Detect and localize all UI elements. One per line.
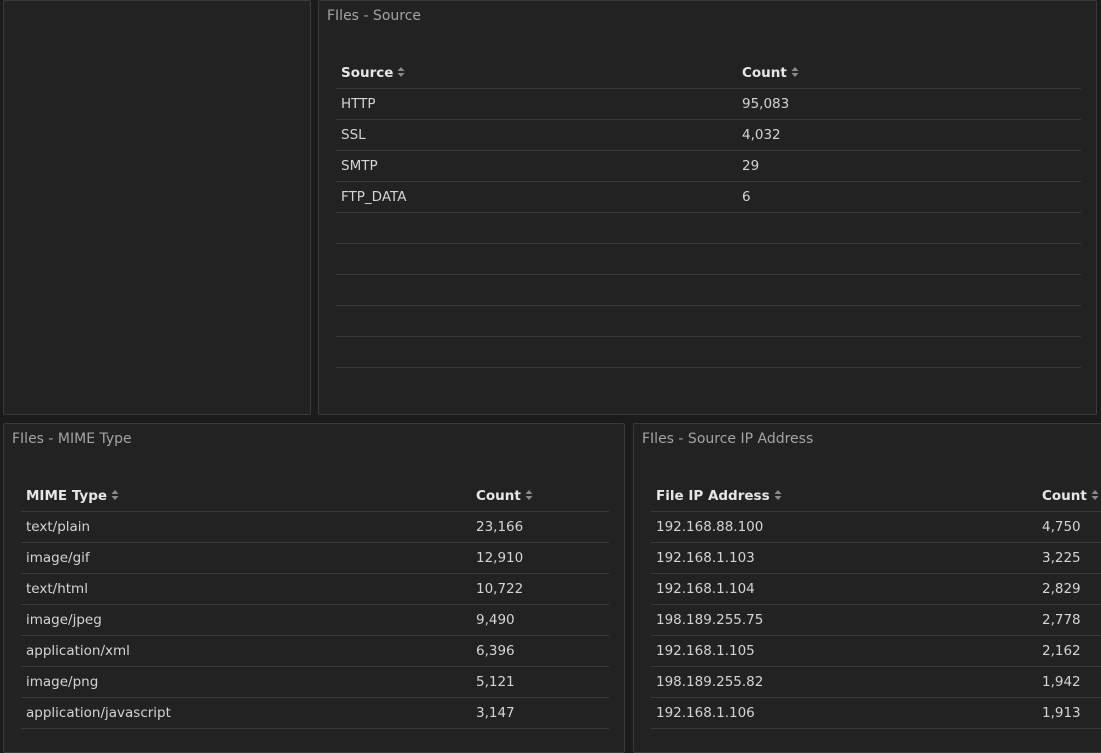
cell-label: HTTP [341,96,376,112]
cell-count: 23,166 [476,519,524,535]
table-row: image/jpeg 9,490 [21,605,609,636]
cell-label: SSL [341,127,366,143]
cell-count: 2,778 [1042,612,1081,628]
table-row: FTP_DATA 6 [336,182,1081,213]
cell-count: 6,396 [476,643,515,659]
column-header-label[interactable]: File IP Address [656,481,782,512]
column-header-label: Source [341,65,394,81]
empty-panel [3,0,311,415]
ip-table: File IP Address Count 192.168.88.100 4,750 1… [651,481,1101,729]
column-header-count[interactable]: Count [1042,481,1099,512]
column-header-label[interactable]: Source [341,58,405,89]
table-row: text/plain 23,166 [21,512,609,543]
cell-label: image/jpeg [26,612,102,628]
sort-icon[interactable] [525,482,533,500]
table-row: 198.189.255.82 1,942 [651,667,1101,698]
cell-label: 192.168.1.103 [656,550,755,566]
table-row: 192.168.88.100 4,750 [651,512,1101,543]
cell-label: text/html [26,581,88,597]
table-row: SSL 4,032 [336,120,1081,151]
table-row: 198.189.255.75 2,778 [651,605,1101,636]
table-row: HTTP 95,083 [336,89,1081,120]
cell-label: 192.168.88.100 [656,519,764,535]
table-row: application/xml 6,396 [21,636,609,667]
column-header-count[interactable]: Count [742,58,799,89]
empty-table-row [336,275,1081,306]
cell-count: 3,225 [1042,550,1081,566]
empty-table-row [336,306,1081,337]
sort-icon[interactable] [774,482,782,500]
cell-label: image/png [26,674,99,690]
column-header-label: File IP Address [656,488,770,504]
cell-count: 5,121 [476,674,515,690]
files-source-panel: FIles - Source Source Count HTTP 95,083 SSL 4… [318,0,1097,415]
column-header-label: Count [742,65,787,81]
panel-title: FIles - Source IP Address [642,431,814,447]
table-header-row: MIME Type Count [21,481,609,512]
cell-count: 29 [742,158,760,174]
sort-icon[interactable] [1091,482,1099,500]
cell-count: 95,083 [742,96,790,112]
table-row: application/javascript 3,147 [21,698,609,729]
table-row: 192.168.1.103 3,225 [651,543,1101,574]
column-header-label: MIME Type [26,488,108,504]
cell-count: 2,829 [1042,581,1081,597]
cell-count: 4,032 [742,127,781,143]
sort-icon[interactable] [791,59,799,77]
cell-label: 192.168.1.105 [656,643,755,659]
table-header-row: Source Count [336,58,1081,89]
cell-label: 192.168.1.106 [656,705,755,721]
cell-label: image/gif [26,550,90,566]
table-row: image/gif 12,910 [21,543,609,574]
empty-table-row [336,337,1081,368]
column-header-label: Count [1042,488,1087,504]
cell-count: 2,162 [1042,643,1081,659]
cell-count: 12,910 [476,550,524,566]
cell-count: 1,913 [1042,705,1081,721]
panel-title: FIles - Source [327,8,422,24]
table-header-row: File IP Address Count [651,481,1101,512]
empty-table-row [336,244,1081,275]
column-header-label: Count [476,488,521,504]
table-row: image/png 5,121 [21,667,609,698]
cell-label: text/plain [26,519,91,535]
cell-count: 10,722 [476,581,524,597]
sort-icon[interactable] [397,59,405,77]
table-row: text/html 10,722 [21,574,609,605]
source-table: Source Count HTTP 95,083 SSL 4,032 SMTP 29 FTP_D… [336,58,1081,368]
column-header-count[interactable]: Count [476,481,533,512]
panel-title: FIles - MIME Type [12,431,132,447]
table-row: SMTP 29 [336,151,1081,182]
cell-count: 6 [742,189,751,205]
cell-label: application/xml [26,643,130,659]
cell-count: 3,147 [476,705,515,721]
files-mime-panel: FIles - MIME Type MIME Type Count text/pla… [3,423,625,753]
table-row: 192.168.1.104 2,829 [651,574,1101,605]
cell-label: FTP_DATA [341,189,407,205]
cell-label: 192.168.1.104 [656,581,755,597]
cell-count: 1,942 [1042,674,1081,690]
table-row: 192.168.1.105 2,162 [651,636,1101,667]
mime-table: MIME Type Count text/plain 23,166 image/gif 1… [21,481,609,729]
cell-label: 198.189.255.82 [656,674,764,690]
cell-count: 9,490 [476,612,515,628]
cell-label: 198.189.255.75 [656,612,764,628]
sort-icon[interactable] [111,482,119,500]
empty-table-row [336,213,1081,244]
cell-label: application/javascript [26,705,171,721]
cell-label: SMTP [341,158,378,174]
files-ip-panel: FIles - Source IP Address File IP Addres… [633,423,1101,753]
cell-count: 4,750 [1042,519,1081,535]
column-header-label[interactable]: MIME Type [26,481,119,512]
table-row: 192.168.1.106 1,913 [651,698,1101,729]
